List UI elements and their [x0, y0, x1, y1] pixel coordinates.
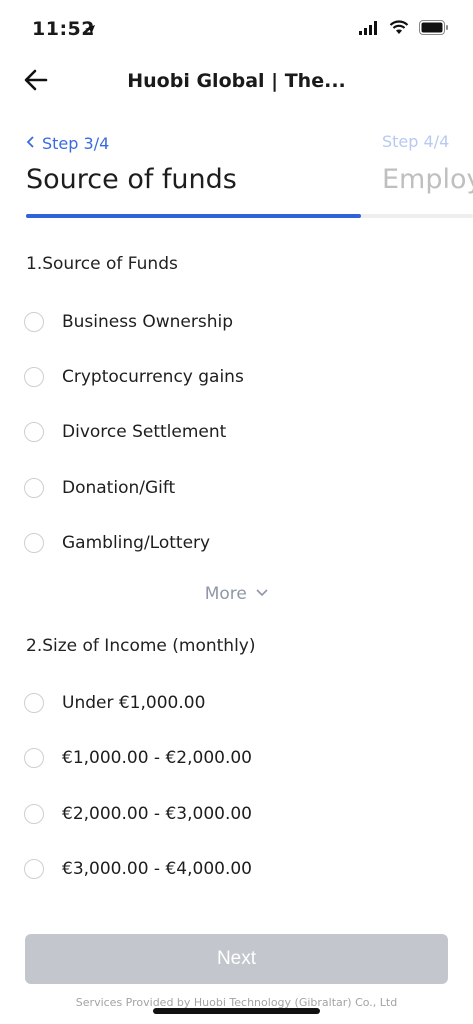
chevron-left-icon: [26, 136, 34, 148]
status-bar: 11:52: [0, 0, 473, 60]
step-header: Step 3/4 Source of funds Step 4/4 Employ: [0, 128, 473, 218]
funds-option-business-ownership[interactable]: Business Ownership: [24, 304, 233, 340]
step-progress-fill: [26, 214, 362, 218]
radio-button[interactable]: [24, 312, 44, 332]
option-label: Gambling/Lottery: [62, 533, 211, 553]
next-step-label: Step 4/4: [382, 132, 450, 151]
size-of-income-title: 2.Size of Income (monthly): [26, 636, 256, 656]
nav-bar: Huobi Global | The...: [0, 56, 473, 106]
option-label: €3,000.00 - €4,000.00: [62, 859, 252, 879]
radio-button[interactable]: [24, 478, 44, 498]
income-option-1000-2000[interactable]: €1,000.00 - €2,000.00: [24, 740, 252, 776]
more-label: More: [204, 584, 247, 604]
page-title: Huobi Global | The...: [127, 70, 346, 92]
funds-option-cryptocurrency-gains[interactable]: Cryptocurrency gains: [24, 359, 244, 395]
option-label: €1,000.00 - €2,000.00: [62, 748, 252, 768]
battery-icon: [419, 20, 448, 35]
option-label: €2,000.00 - €3,000.00: [62, 804, 252, 824]
option-label: Under €1,000.00: [62, 693, 206, 713]
funds-option-divorce-settlement[interactable]: Divorce Settlement: [24, 414, 226, 450]
income-option-3000-4000[interactable]: €3,000.00 - €4,000.00: [24, 851, 252, 887]
radio-button[interactable]: [24, 367, 44, 387]
status-icons: [359, 20, 449, 35]
radio-button[interactable]: [24, 533, 44, 553]
chevron-down-icon: [256, 589, 268, 597]
radio-button[interactable]: [24, 748, 44, 768]
signal-icon: [359, 20, 377, 35]
income-option-under-1000[interactable]: Under €1,000.00: [24, 685, 205, 721]
more-button[interactable]: More: [0, 584, 473, 604]
funds-option-donation-gift[interactable]: Donation/Gift: [24, 470, 175, 506]
step-progress-track: [26, 214, 473, 218]
radio-button[interactable]: [24, 859, 44, 879]
current-step-title: Source of funds: [26, 164, 237, 195]
option-label: Divorce Settlement: [62, 422, 227, 442]
next-step-title: Employ: [382, 164, 473, 195]
next-button[interactable]: Next: [25, 934, 448, 984]
previous-step-link[interactable]: Step 3/4: [26, 134, 109, 153]
radio-button[interactable]: [24, 422, 44, 442]
source-of-funds-title: 1.Source of Funds: [26, 254, 178, 274]
funds-option-gambling-lottery[interactable]: Gambling/Lottery: [24, 525, 210, 561]
location-arrow-icon: [85, 25, 95, 35]
current-step-label: Step 3/4: [42, 134, 110, 153]
option-label: Donation/Gift: [62, 478, 176, 498]
radio-button[interactable]: [24, 804, 44, 824]
income-option-2000-3000[interactable]: €2,000.00 - €3,000.00: [24, 796, 252, 832]
radio-button[interactable]: [24, 693, 44, 713]
home-indicator: [153, 1008, 320, 1014]
option-label: Cryptocurrency gains: [62, 367, 244, 387]
wifi-icon: [389, 20, 409, 34]
option-label: Business Ownership: [62, 312, 234, 332]
